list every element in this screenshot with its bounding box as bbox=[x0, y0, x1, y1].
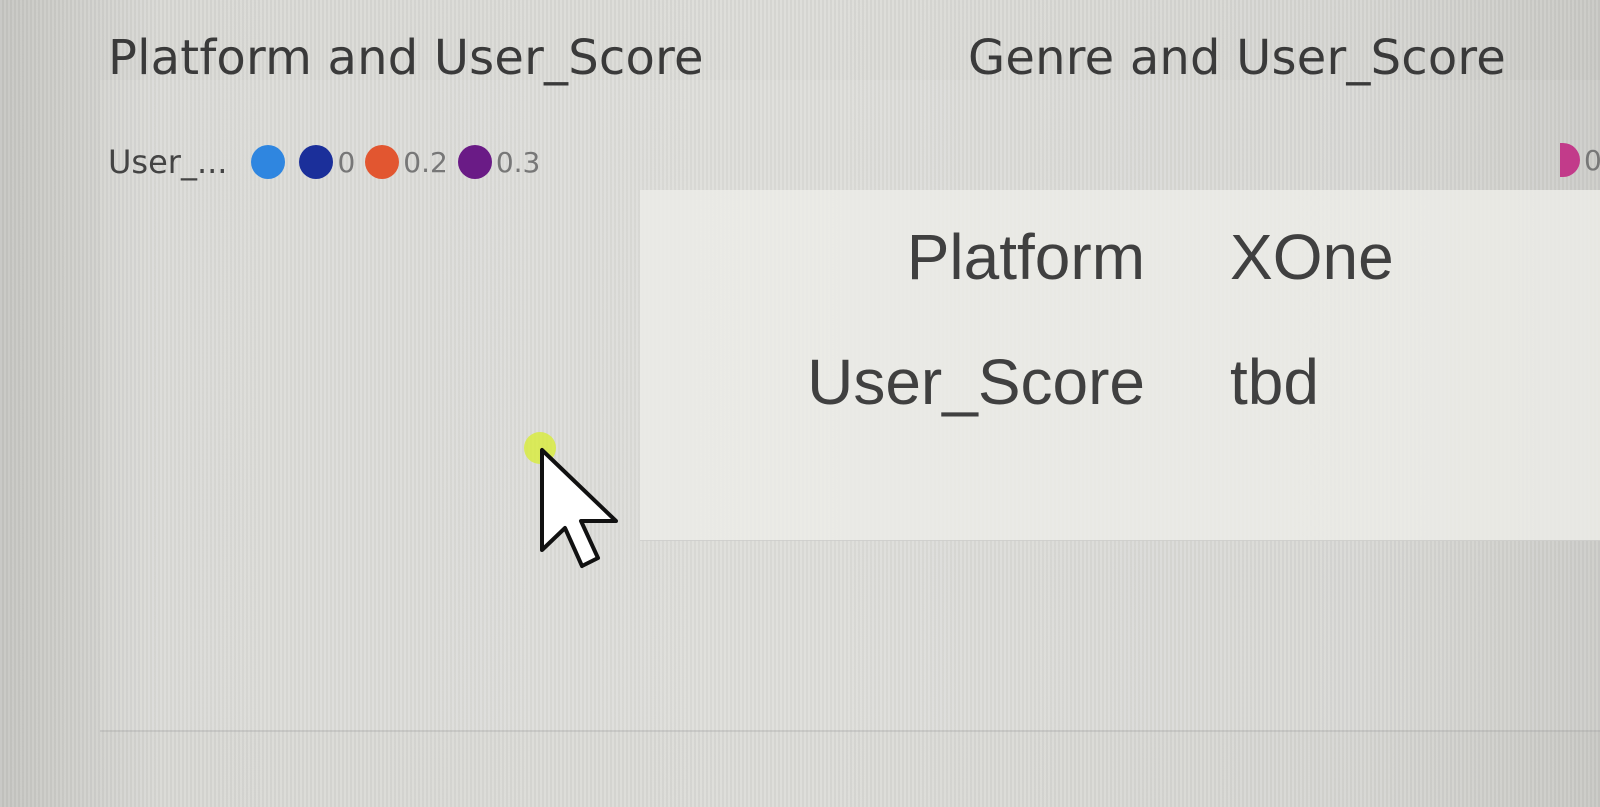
tooltip-value: tbd bbox=[1230, 346, 1319, 418]
legend-dot-icon bbox=[457, 145, 492, 179]
legend-right-clipped[interactable]: 0 bbox=[1560, 143, 1600, 177]
legend-title[interactable]: User_... bbox=[108, 143, 227, 181]
legend-item-label: 0 bbox=[337, 145, 356, 179]
legend-item[interactable]: 0.2 bbox=[365, 145, 448, 179]
visual-title-genre-user-score: Genre and User_Score bbox=[968, 30, 1507, 86]
visual-title-platform-user-score: Platform and User_Score bbox=[108, 30, 704, 86]
legend-item-label: 0.3 bbox=[495, 145, 541, 179]
tooltip-row: User_Score tbd bbox=[640, 345, 1600, 435]
tooltip-value: XOne bbox=[1230, 221, 1394, 293]
mouse-pointer-icon bbox=[524, 432, 618, 568]
legend-item-label: 0 bbox=[1584, 143, 1600, 177]
legend-item[interactable]: 0.3 bbox=[457, 145, 541, 179]
legend: User_... 0 0.2 0.3 bbox=[108, 138, 540, 186]
legend-item[interactable]: 0 bbox=[299, 145, 355, 179]
tooltip-key: User_Score bbox=[807, 346, 1145, 418]
legend-dot-icon bbox=[299, 145, 334, 179]
legend-item[interactable] bbox=[251, 145, 289, 179]
tooltip-key: Platform bbox=[906, 221, 1145, 293]
screen: Platform and User_Score Genre and User_S… bbox=[0, 0, 1600, 807]
legend-dot-icon bbox=[365, 145, 400, 179]
legend-dot-icon bbox=[1560, 143, 1580, 177]
legend-dot-icon bbox=[251, 145, 286, 179]
tooltip-row: Platform XOne bbox=[640, 220, 1600, 310]
legend-item-label: 0.2 bbox=[403, 145, 448, 179]
tooltip: Platform XOne User_Score tbd bbox=[640, 190, 1600, 541]
